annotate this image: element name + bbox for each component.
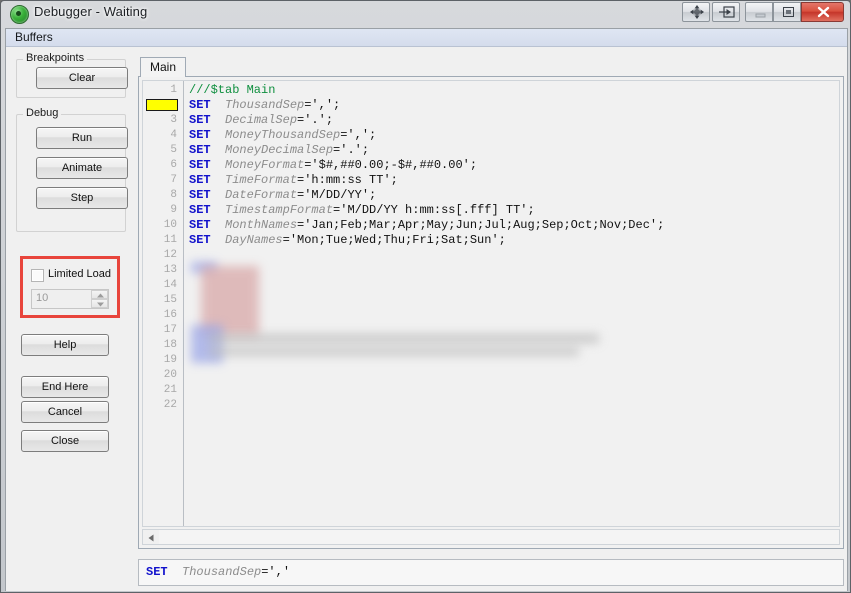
line-number: 11 — [163, 234, 177, 246]
line-number: 18 — [163, 339, 177, 351]
breakpoints-group-label: Breakpoints — [23, 52, 88, 64]
line-number: 12 — [163, 249, 177, 261]
line-content: ///$tab Main — [189, 83, 276, 97]
line-number: 14 — [163, 279, 177, 291]
minimize-button[interactable] — [745, 2, 773, 22]
clear-breakpoints-button[interactable]: Clear — [36, 67, 128, 89]
editor-panel: 1 ///$tab Main2SET ThousandSep=',';3 SET D… — [138, 77, 844, 549]
line-number: 22 — [163, 399, 177, 411]
debugger-sidebar: Breakpoints Clear Debug Run Animate Step… — [6, 48, 136, 589]
code-line: 20 — [143, 368, 839, 383]
step-button[interactable]: Step — [36, 187, 128, 209]
line-content: SET DayNames='Mon;Tue;Wed;Thu;Fri;Sat;Su… — [189, 233, 506, 247]
code-line: 22 — [143, 398, 839, 413]
redacted-code-block-5 — [209, 347, 579, 356]
redacted-code-block-4 — [209, 334, 599, 343]
code-line: 4 SET MoneyThousandSep=','; — [143, 128, 839, 143]
code-line: 8 SET DateFormat='M/DD/YY'; — [143, 188, 839, 203]
debug-group-label: Debug — [23, 107, 62, 119]
editor-horizontal-scrollbar[interactable] — [142, 529, 840, 545]
execution-line-marker — [146, 99, 178, 111]
debug-group: Debug Run Animate Step — [16, 107, 128, 232]
spinner-up-icon[interactable] — [91, 290, 108, 299]
code-view[interactable]: 1 ///$tab Main2SET ThousandSep=',';3 SET D… — [142, 80, 840, 527]
line-content: SET DecimalSep='.'; — [189, 113, 334, 127]
code-line: 5 SET MoneyDecimalSep='.'; — [143, 143, 839, 158]
breakpoints-group: Breakpoints Clear — [16, 52, 128, 98]
line-number: 20 — [163, 369, 177, 381]
help-button[interactable]: Help — [21, 334, 109, 356]
close-dialog-button[interactable]: Close — [21, 430, 109, 452]
menu-bar: Buffers — [6, 29, 847, 47]
title-bar: Debugger - Waiting — [1, 1, 851, 28]
current-statement-text: SET ThousandSep=',' — [146, 565, 291, 579]
code-line: 9 SET TimestampFormat='M/DD/YY h:mm:ss[.f… — [143, 203, 839, 218]
run-button[interactable]: Run — [36, 127, 128, 149]
line-number: 1 — [170, 84, 177, 96]
dock-button[interactable] — [712, 2, 740, 22]
code-line: 11 SET DayNames='Mon;Tue;Wed;Thu;Fri;Sat;… — [143, 233, 839, 248]
limited-load-value: 10 — [36, 292, 49, 304]
code-line: 1 ///$tab Main — [143, 83, 839, 98]
close-button[interactable] — [801, 2, 844, 22]
line-number: 16 — [163, 309, 177, 321]
limited-load-spinner[interactable]: 10 — [31, 289, 109, 309]
limited-load-checkbox[interactable] — [31, 269, 44, 282]
script-editor: Main 1 ///$tab Main2SET ThousandSep=',';3… — [138, 57, 844, 549]
debugger-window: Debugger - Waiting Buffers Breakpoints C… — [0, 0, 851, 593]
line-content: SET TimeFormat='h:mm:ss TT'; — [189, 173, 398, 187]
line-number: 17 — [163, 324, 177, 336]
line-number: 15 — [163, 294, 177, 306]
limited-load-annotation-box: Limited Load 10 — [20, 256, 120, 318]
redacted-code-block-3 — [191, 325, 223, 363]
end-here-button[interactable]: End Here — [21, 376, 109, 398]
code-line: 10 SET MonthNames='Jan;Feb;Mar;Apr;May;Ju… — [143, 218, 839, 233]
cancel-button[interactable]: Cancel — [21, 401, 109, 423]
qlikview-green-circle-icon — [10, 5, 29, 24]
line-number: 7 — [170, 174, 177, 186]
tab-main[interactable]: Main — [140, 57, 186, 78]
move-resize-button[interactable] — [682, 2, 710, 22]
current-statement-panel: SET ThousandSep=',' — [138, 559, 844, 586]
line-number: 3 — [170, 114, 177, 126]
code-line: 7 SET TimeFormat='h:mm:ss TT'; — [143, 173, 839, 188]
line-content: SET TimestampFormat='M/DD/YY h:mm:ss[.ff… — [189, 203, 535, 217]
line-number: 10 — [163, 219, 177, 231]
limited-load-label: Limited Load — [48, 268, 111, 280]
line-number: 19 — [163, 354, 177, 366]
line-number: 8 — [170, 189, 177, 201]
line-content: SET MoneyFormat='$#,##0.00;-$#,##0.00'; — [189, 158, 478, 172]
editor-tabstrip: Main — [138, 57, 844, 78]
line-number: 21 — [163, 384, 177, 396]
triangle-left-icon[interactable] — [143, 530, 159, 544]
line-content: SET MoneyThousandSep=','; — [189, 128, 377, 142]
animate-button[interactable]: Animate — [36, 157, 128, 179]
line-number: 5 — [170, 144, 177, 156]
menu-item-buffers[interactable]: Buffers — [15, 30, 53, 44]
line-number: 6 — [170, 159, 177, 171]
line-content: SET DateFormat='M/DD/YY'; — [189, 188, 377, 202]
code-line: 12 — [143, 248, 839, 263]
line-number: 4 — [170, 129, 177, 141]
code-line: 6 SET MoneyFormat='$#,##0.00;-$#,##0.00'; — [143, 158, 839, 173]
spinner-down-icon[interactable] — [91, 299, 108, 308]
code-line: 2SET ThousandSep=','; — [143, 98, 839, 113]
code-line: 3 SET DecimalSep='.'; — [143, 113, 839, 128]
spinner-buttons — [91, 290, 108, 308]
line-number: 9 — [170, 204, 177, 216]
window-title: Debugger - Waiting — [34, 4, 148, 19]
line-number: 13 — [163, 264, 177, 276]
maximize-button[interactable] — [773, 2, 801, 22]
line-content: SET MoneyDecimalSep='.'; — [189, 143, 370, 157]
line-content: SET ThousandSep=','; — [189, 98, 341, 112]
code-line: 21 — [143, 383, 839, 398]
line-content: SET MonthNames='Jan;Feb;Mar;Apr;May;Jun;… — [189, 218, 665, 232]
